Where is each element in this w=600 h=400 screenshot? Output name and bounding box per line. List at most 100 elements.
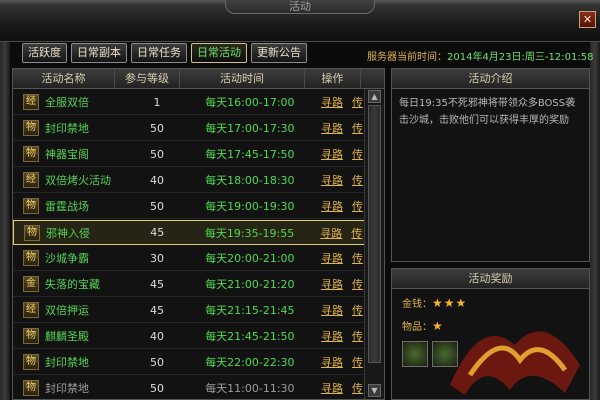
event-operations: 寻路传	[311, 276, 366, 292]
pathfind-link[interactable]: 寻路	[321, 354, 343, 370]
teleport-link[interactable]: 传	[352, 120, 363, 136]
header-spacer	[361, 69, 381, 88]
teleport-link[interactable]: 传	[352, 250, 363, 266]
table-row[interactable]: 物封印禁地 50 每天22:00-22:30 寻路传	[13, 350, 366, 375]
table-row[interactable]: 经双倍烤火活动 40 每天18:00-18:30 寻路传	[13, 168, 366, 193]
teleport-link[interactable]: 传	[352, 146, 363, 162]
item-label: 物品：	[402, 322, 432, 333]
header-time: 活动时间	[180, 69, 305, 88]
event-level: 30	[149, 251, 164, 265]
server-time-value: 2014年4月23日:周三-12:01:58	[447, 52, 594, 63]
event-type-icon: 物	[23, 250, 39, 266]
table-row[interactable]: 经双倍押运 45 每天21:15-21:45 寻路传	[13, 298, 366, 323]
teleport-link[interactable]: 传	[352, 302, 363, 318]
event-operations: 寻路传	[311, 380, 366, 396]
event-level: 50	[149, 355, 164, 369]
pathfind-link[interactable]: 寻路	[321, 380, 343, 396]
event-level: 50	[149, 199, 164, 213]
header-level: 参与等级	[115, 69, 180, 88]
event-type-icon: 物	[23, 328, 39, 344]
event-level: 40	[149, 329, 164, 343]
event-name: 封印禁地	[45, 122, 89, 135]
tab-daily-events[interactable]: 日常活动	[191, 43, 247, 63]
pathfind-link[interactable]: 寻路	[320, 225, 342, 241]
event-type-icon: 物	[23, 380, 39, 396]
event-name: 双倍押运	[45, 304, 89, 317]
event-type-icon: 物	[23, 198, 39, 214]
event-time: 每天17:45-17:50	[205, 148, 295, 161]
table-row[interactable]: 金失落的宝藏 45 每天21:00-21:20 寻路传	[13, 272, 366, 297]
event-operations: 寻路传	[311, 250, 366, 266]
pathfind-link[interactable]: 寻路	[321, 328, 343, 344]
item-reward: 物品：★	[402, 318, 444, 333]
event-name: 雷霆战场	[45, 200, 89, 213]
event-time: 每天11:00-11:30	[205, 382, 295, 395]
event-time: 每天20:00-21:00	[205, 252, 295, 265]
tab-activity[interactable]: 活跃度	[22, 43, 67, 63]
close-button[interactable]: ✕	[579, 11, 596, 28]
teleport-link[interactable]: 传	[352, 354, 363, 370]
tab-announcements[interactable]: 更新公告	[251, 43, 307, 63]
scrollbar[interactable]: ▲ ▼	[364, 89, 384, 399]
pathfind-link[interactable]: 寻路	[321, 120, 343, 136]
window-title: 活动	[225, 0, 375, 14]
table-row[interactable]: 物封印禁地 50 每天11:00-11:30 寻路传	[13, 376, 366, 400]
event-name: 神器宝阁	[45, 148, 89, 161]
table-row[interactable]: 物邪神入侵 45 每天19:35-19:55 寻路传	[13, 220, 366, 245]
event-name: 失落的宝藏	[45, 278, 100, 291]
teleport-link[interactable]: 传	[352, 276, 363, 292]
scroll-down-icon[interactable]: ▼	[368, 384, 381, 397]
event-time: 每天19:00-19:30	[205, 200, 295, 213]
tab-daily-dungeon[interactable]: 日常副本	[71, 43, 127, 63]
pathfind-link[interactable]: 寻路	[321, 94, 343, 110]
event-type-icon: 物	[23, 120, 39, 136]
gold-label: 金钱：	[402, 299, 432, 310]
intro-title: 活动介绍	[392, 69, 589, 89]
event-operations: 寻路传	[311, 328, 366, 344]
teleport-link[interactable]: 传	[352, 198, 363, 214]
event-level: 50	[149, 381, 164, 395]
table-row[interactable]: 物麒麟圣殿 40 每天21:45-21:50 寻路传	[13, 324, 366, 349]
event-type-icon: 金	[23, 276, 39, 292]
pathfind-link[interactable]: 寻路	[321, 198, 343, 214]
event-type-icon: 经	[23, 94, 39, 110]
event-level: 1	[153, 95, 161, 109]
table-row[interactable]: 物神器宝阁 50 每天17:45-17:50 寻路传	[13, 142, 366, 167]
event-type-icon: 经	[23, 302, 39, 318]
server-time-label: 服务器当前时间：	[367, 52, 447, 63]
teleport-link[interactable]: 传	[352, 380, 363, 396]
events-table: 活动名称 参与等级 活动时间 操作 经全服双倍 1 每天16:00-17:00 寻路传…	[12, 68, 385, 400]
pathfind-link[interactable]: 寻路	[321, 146, 343, 162]
event-level: 50	[149, 147, 164, 161]
event-level: 45	[149, 303, 164, 317]
teleport-link[interactable]: 传	[352, 328, 363, 344]
game-logo	[450, 331, 580, 395]
scrollbar-thumb[interactable]	[368, 105, 381, 363]
scroll-up-icon[interactable]: ▲	[368, 90, 381, 103]
pathfind-link[interactable]: 寻路	[321, 250, 343, 266]
table-row[interactable]: 物封印禁地 50 每天17:00-17:30 寻路传	[13, 116, 366, 141]
event-time: 每天18:00-18:30	[205, 174, 295, 187]
teleport-link[interactable]: 传	[351, 225, 362, 241]
event-operations: 寻路传	[311, 120, 366, 136]
event-time: 每天22:00-22:30	[205, 356, 295, 369]
teleport-link[interactable]: 传	[352, 94, 363, 110]
table-row[interactable]: 经全服双倍 1 每天16:00-17:00 寻路传	[13, 90, 366, 115]
table-row[interactable]: 物雷霆战场 50 每天19:00-19:30 寻路传	[13, 194, 366, 219]
pathfind-link[interactable]: 寻路	[321, 172, 343, 188]
event-type-icon: 物	[23, 146, 39, 162]
tab-bar: 活跃度 日常副本 日常任务 日常活动 更新公告	[22, 43, 307, 63]
event-operations: 寻路传	[310, 225, 365, 241]
event-level: 50	[149, 121, 164, 135]
close-icon: ✕	[582, 13, 593, 26]
teleport-link[interactable]: 传	[352, 172, 363, 188]
event-time: 每天21:15-21:45	[205, 304, 295, 317]
pathfind-link[interactable]: 寻路	[321, 276, 343, 292]
event-operations: 寻路传	[311, 146, 366, 162]
tab-daily-quest[interactable]: 日常任务	[131, 43, 187, 63]
pathfind-link[interactable]: 寻路	[321, 302, 343, 318]
intro-text: 每日19:35不死邪神将带领众多BOSS袭击沙城，击败他们可以获得丰厚的奖励	[399, 98, 576, 126]
table-row[interactable]: 物沙城争霸 30 每天20:00-21:00 寻路传	[13, 246, 366, 271]
event-name: 全服双倍	[45, 96, 89, 109]
reward-item-slot[interactable]	[402, 341, 428, 367]
